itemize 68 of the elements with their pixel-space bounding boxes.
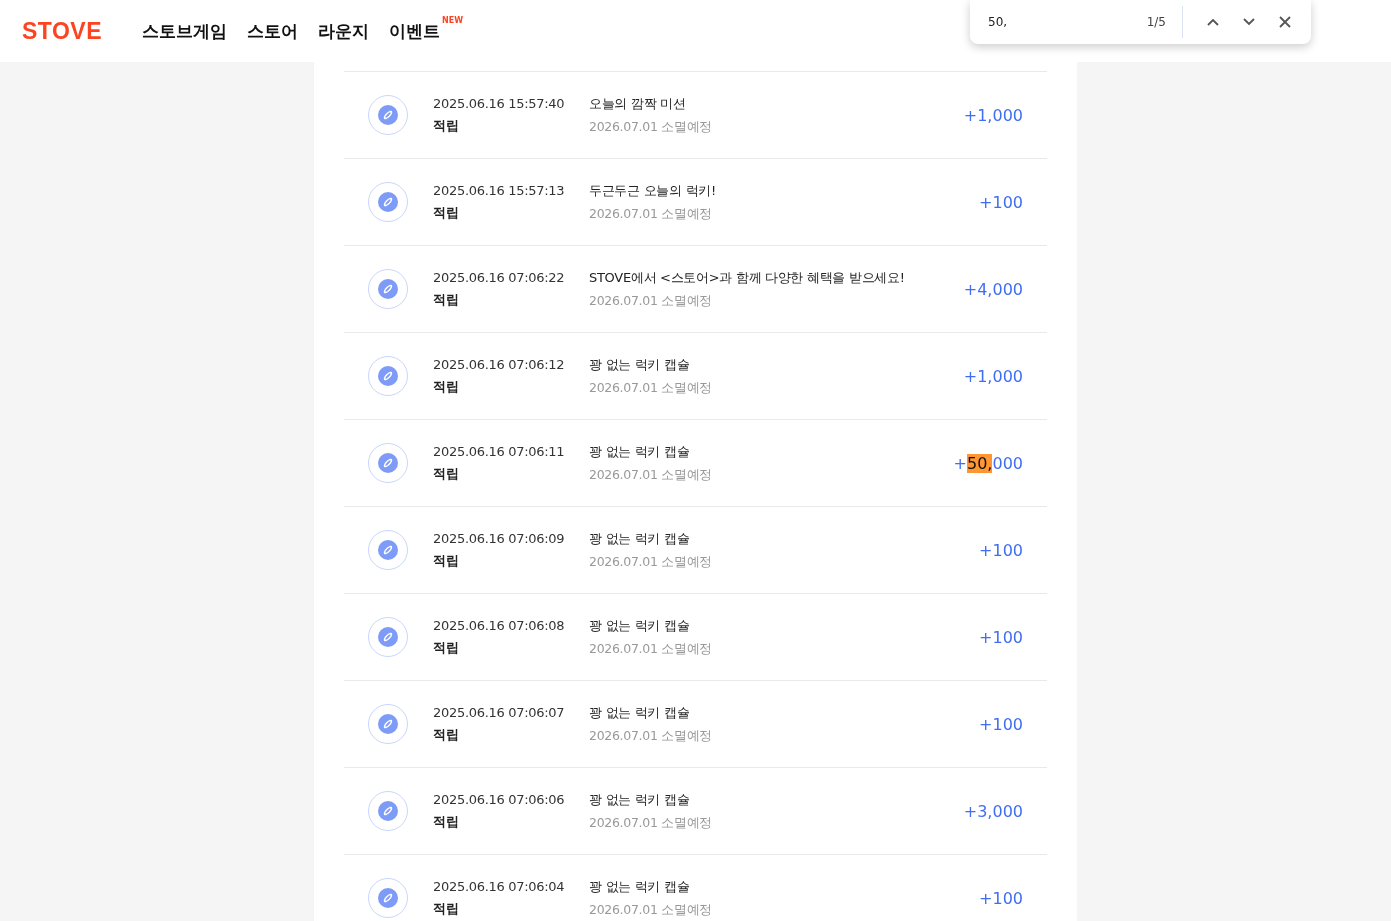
transaction-title: 꽝 없는 럭키 캡슐 xyxy=(589,790,691,809)
coin-icon xyxy=(368,530,408,570)
transaction-datetime: 2025.06.16 07:06:22 xyxy=(433,269,566,285)
transaction-type: 적립 xyxy=(433,290,460,309)
transaction-title: 꽝 없는 럭키 캡슐 xyxy=(589,703,691,722)
coin-icon xyxy=(368,95,408,135)
transaction-type: 적립 xyxy=(433,812,460,831)
transaction-datetime: 2025.06.16 07:06:12 xyxy=(433,356,566,372)
coin-icon xyxy=(368,356,408,396)
transaction-datetime: 2025.06.16 15:57:40 xyxy=(433,95,566,111)
transaction-title: 꽝 없는 럭키 캡슐 xyxy=(589,355,691,374)
coin-icon xyxy=(368,791,408,831)
expiry-date: 2026.07.01 소멸예정 xyxy=(589,379,714,397)
transaction-type: 적립 xyxy=(433,551,460,570)
transaction-title: 오늘의 깜짝 미션 xyxy=(589,94,687,113)
transaction-type: 적립 xyxy=(433,377,460,396)
transaction-datetime: 2025.06.16 07:06:09 xyxy=(433,530,566,546)
points-amount: +100 xyxy=(979,714,1023,734)
transaction-type: 적립 xyxy=(433,464,460,483)
transaction-title: 꽝 없는 럭키 캡슐 xyxy=(589,442,691,461)
expiry-date: 2026.07.01 소멸예정 xyxy=(589,466,714,484)
expiry-date: 2026.07.01 소멸예정 xyxy=(589,727,714,745)
transaction-datetime: 2025.06.16 07:06:08 xyxy=(433,617,566,633)
points-amount: +1,000 xyxy=(963,366,1023,386)
chevron-up-icon xyxy=(1207,18,1219,26)
points-amount: +100 xyxy=(979,540,1023,560)
points-amount: +3,000 xyxy=(963,801,1023,821)
coin-icon xyxy=(368,617,408,657)
transaction-type: 적립 xyxy=(433,203,460,222)
coin-icon xyxy=(368,704,408,744)
chevron-down-icon xyxy=(1243,18,1255,26)
transaction-type: 적립 xyxy=(433,638,460,657)
points-amount: +100 xyxy=(979,627,1023,647)
coin-icon xyxy=(368,269,408,309)
logo[interactable]: STOVE xyxy=(22,17,103,45)
transaction-datetime: 2025.06.16 07:06:04 xyxy=(433,878,566,894)
transaction-title: STOVE에서 <스토어>과 함께 다양한 혜택을 받으세요! xyxy=(589,268,906,287)
points-amount: +1,000 xyxy=(963,105,1023,125)
transaction-datetime: 2025.06.16 07:06:11 xyxy=(433,443,566,459)
transaction-type: 적립 xyxy=(433,116,460,135)
transaction-type: 적립 xyxy=(433,899,460,918)
expiry-date: 2026.07.01 소멸예정 xyxy=(589,292,714,310)
transaction-title: 꽝 없는 럭키 캡슐 xyxy=(589,529,691,548)
transaction-title: 꽝 없는 럭키 캡슐 xyxy=(589,616,691,635)
transaction-datetime: 2025.06.16 07:06:06 xyxy=(433,791,566,807)
expiry-date: 2026.07.01 소멸예정 xyxy=(589,553,714,571)
points-amount: +4,000 xyxy=(963,279,1023,299)
expiry-date: 2026.07.01 소멸예정 xyxy=(589,901,714,919)
points-amount: +100 xyxy=(979,888,1023,908)
transaction-title: 두근두근 오늘의 럭키! xyxy=(589,181,717,200)
close-icon xyxy=(1279,16,1291,28)
expiry-date: 2026.07.01 소멸예정 xyxy=(589,814,714,832)
transaction-datetime: 2025.06.16 07:06:07 xyxy=(433,704,566,720)
points-amount: +100 xyxy=(979,192,1023,212)
match-count: 1/5 xyxy=(1146,15,1166,29)
transaction-datetime: 2025.06.16 15:57:13 xyxy=(433,182,566,198)
nav-link[interactable]: 스토브게임 xyxy=(142,19,228,43)
expiry-date: 2026.07.01 소멸예정 xyxy=(589,118,714,136)
expiry-date: 2026.07.01 소멸예정 xyxy=(589,640,714,658)
nav-link[interactable]: 라운지 xyxy=(318,19,370,43)
coin-icon xyxy=(368,878,408,918)
expiry-date: 2026.07.01 소멸예정 xyxy=(589,205,714,223)
transaction-type: 적립 xyxy=(433,725,460,744)
transaction-title: 꽝 없는 럭키 캡슐 xyxy=(589,877,691,896)
coin-icon xyxy=(368,182,408,222)
coin-icon xyxy=(368,443,408,483)
nav-link[interactable]: 스토어 xyxy=(247,19,299,43)
points-amount: +50,000 xyxy=(953,453,1023,473)
